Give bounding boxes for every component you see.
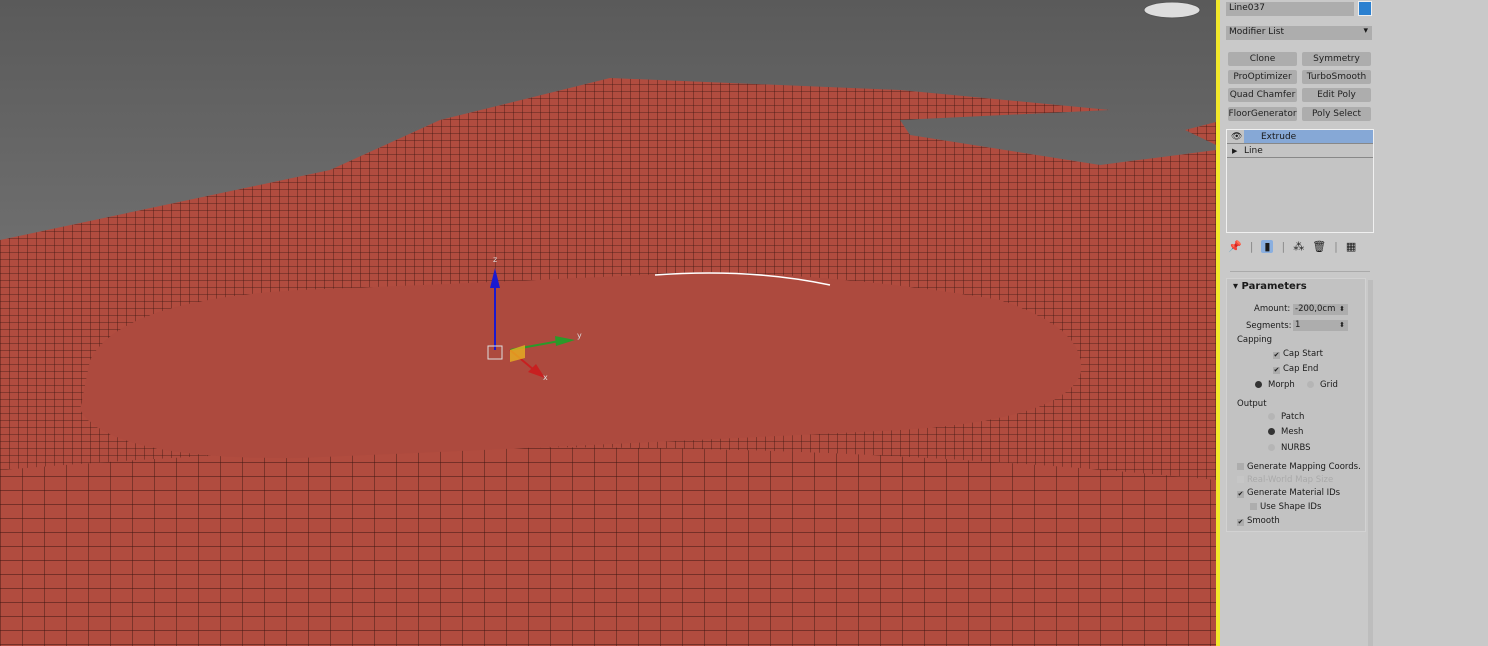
grid-label: Grid bbox=[1320, 380, 1338, 390]
clone-button[interactable]: Clone bbox=[1228, 52, 1297, 66]
modify-panel: Line037 Modifier List ▾ Clone Symmetry Pr… bbox=[1220, 0, 1488, 646]
eye-icon[interactable]: 👁 bbox=[1231, 130, 1242, 144]
edit-poly-button[interactable]: Edit Poly bbox=[1302, 88, 1371, 102]
show-end-result-icon[interactable]: ▮ bbox=[1261, 240, 1274, 253]
capping-group-label: Capping bbox=[1237, 335, 1273, 345]
make-unique-icon[interactable]: ⁂ bbox=[1293, 240, 1304, 253]
gizmo-z-label: z bbox=[493, 255, 497, 264]
amount-spinner[interactable]: -200,0cm ⬍ bbox=[1293, 304, 1348, 315]
gizmo-x-label: x bbox=[543, 373, 548, 382]
generate-material-ids-label: Generate Material IDs bbox=[1247, 488, 1341, 498]
pin-stack-icon[interactable]: 📌 bbox=[1228, 240, 1242, 253]
output-group-label: Output bbox=[1237, 399, 1267, 409]
generate-material-ids-checkbox[interactable]: ✔ Generate Material IDs bbox=[1237, 488, 1340, 498]
real-world-label: Real-World Map Size bbox=[1247, 475, 1334, 485]
dropdown-arrow-icon: ▾ bbox=[1363, 26, 1368, 36]
parameters-rollout: ▾ Parameters Amount: -200,0cm ⬍ Segments:… bbox=[1226, 278, 1366, 532]
object-color-swatch[interactable] bbox=[1358, 1, 1372, 16]
morph-label: Morph bbox=[1268, 380, 1295, 390]
stack-item-label: Extrude bbox=[1244, 130, 1373, 143]
terrain-mesh: z y x bbox=[0, 1, 1216, 646]
segments-value: 1 bbox=[1295, 320, 1301, 330]
stack-item-line[interactable]: ▶ Line bbox=[1227, 144, 1373, 158]
panel-scrollbar[interactable] bbox=[1368, 280, 1373, 646]
parameters-header[interactable]: ▾ Parameters bbox=[1227, 279, 1365, 294]
smooth-checkbox[interactable]: ✔ Smooth bbox=[1237, 516, 1280, 526]
divider bbox=[1230, 271, 1370, 272]
floorgenerator-button[interactable]: FloorGenerator bbox=[1228, 107, 1297, 121]
segments-label: Segments: bbox=[1246, 321, 1292, 331]
use-shape-ids-checkbox[interactable]: Use Shape IDs bbox=[1250, 502, 1321, 512]
grid-radio[interactable]: Grid bbox=[1307, 380, 1338, 390]
cap-start-checkbox[interactable]: ✔ Cap Start bbox=[1273, 349, 1323, 359]
gizmo-y-label: y bbox=[577, 331, 582, 340]
modifier-list-dropdown[interactable]: Modifier List ▾ bbox=[1226, 26, 1372, 40]
mesh-label: Mesh bbox=[1281, 427, 1304, 437]
viewport[interactable]: z y x bbox=[0, 0, 1216, 646]
stack-item-extrude[interactable]: 👁 Extrude bbox=[1227, 130, 1373, 144]
parameters-title: Parameters bbox=[1241, 281, 1307, 292]
use-shape-ids-label: Use Shape IDs bbox=[1260, 502, 1322, 512]
remove-modifier-icon[interactable]: 🗑 bbox=[1312, 240, 1326, 253]
modifier-stack: 👁 Extrude ▶ Line bbox=[1226, 129, 1374, 233]
quad-chamfer-button[interactable]: Quad Chamfer bbox=[1228, 88, 1297, 102]
viewcube-icon bbox=[1143, 1, 1201, 19]
morph-radio[interactable]: Morph bbox=[1255, 380, 1295, 390]
configure-modifier-sets-icon[interactable]: ▦ bbox=[1346, 240, 1356, 253]
cap-start-label: Cap Start bbox=[1283, 349, 1324, 359]
expand-triangle-icon[interactable]: ▶ bbox=[1232, 144, 1237, 158]
smooth-label: Smooth bbox=[1247, 516, 1280, 526]
prooptimizer-button[interactable]: ProOptimizer bbox=[1228, 70, 1297, 84]
generate-mapping-checkbox[interactable]: Generate Mapping Coords. bbox=[1237, 462, 1361, 472]
cap-end-label: Cap End bbox=[1283, 364, 1319, 374]
amount-label: Amount: bbox=[1254, 304, 1291, 314]
modifier-list-label: Modifier List bbox=[1229, 27, 1284, 37]
symmetry-button[interactable]: Symmetry bbox=[1302, 52, 1371, 66]
patch-label: Patch bbox=[1281, 412, 1305, 422]
amount-value: -200,0cm bbox=[1295, 304, 1336, 314]
patch-radio[interactable]: Patch bbox=[1268, 412, 1304, 422]
segments-spinner[interactable]: 1 ⬍ bbox=[1293, 320, 1348, 331]
mesh-radio[interactable]: Mesh bbox=[1268, 427, 1303, 437]
poly-select-button[interactable]: Poly Select bbox=[1302, 107, 1371, 121]
generate-mapping-label: Generate Mapping Coords. bbox=[1247, 462, 1361, 472]
real-world-map-size-checkbox: Real-World Map Size bbox=[1237, 475, 1333, 485]
nurbs-label: NURBS bbox=[1281, 443, 1311, 453]
nurbs-radio[interactable]: NURBS bbox=[1268, 443, 1311, 453]
cap-end-checkbox[interactable]: ✔ Cap End bbox=[1273, 364, 1318, 374]
object-name-field[interactable]: Line037 bbox=[1226, 2, 1354, 16]
turbosmooth-button[interactable]: TurboSmooth bbox=[1302, 70, 1371, 84]
